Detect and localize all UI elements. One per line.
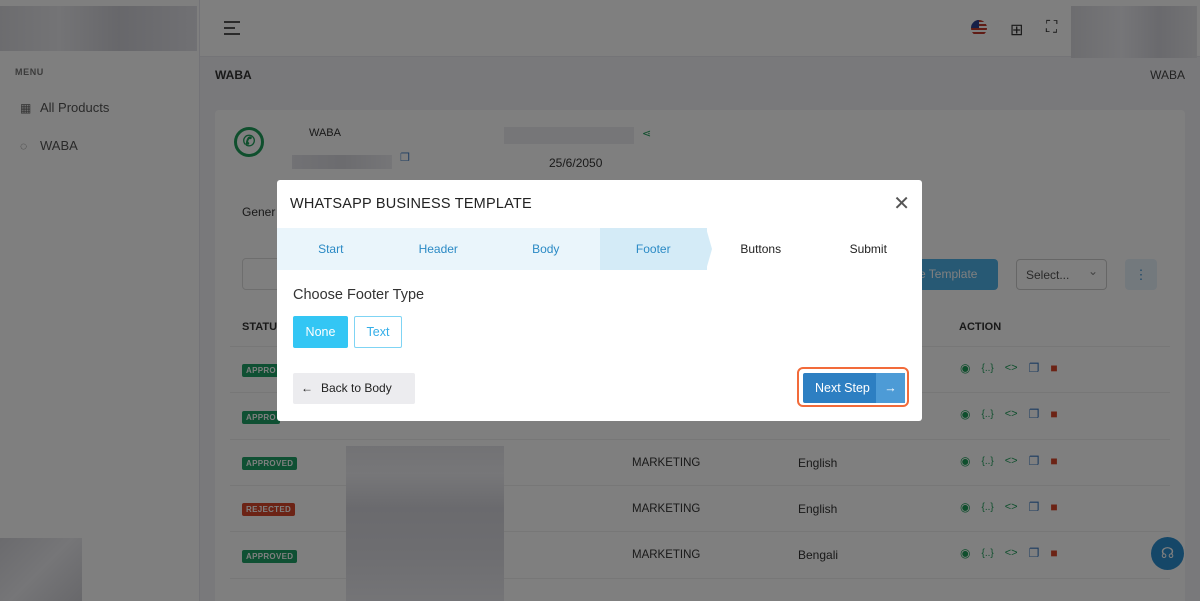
arrow-left-icon: ← xyxy=(301,381,313,395)
tab-body[interactable]: Body xyxy=(492,228,600,270)
tab-header[interactable]: Header xyxy=(385,228,493,270)
arrow-right-icon: → xyxy=(876,373,905,403)
tab-submit[interactable]: Submit xyxy=(814,228,922,270)
next-step-label: Next Step xyxy=(815,381,870,395)
template-modal: WHATSAPP BUSINESS TEMPLATE ✕ Start Heade… xyxy=(277,180,922,421)
tab-start[interactable]: Start xyxy=(277,228,385,270)
app: MENU ▦ All Products ◌ WABA ⊞ ⛶ WABA WABA… xyxy=(0,0,1200,601)
footer-text-option[interactable]: Text xyxy=(354,316,402,348)
back-button[interactable]: ← Back to Body xyxy=(293,373,415,404)
close-icon[interactable]: ✕ xyxy=(893,194,910,214)
tab-footer[interactable]: Footer xyxy=(599,228,707,270)
next-step-button[interactable]: Next Step → xyxy=(803,373,905,403)
back-button-label: Back to Body xyxy=(321,381,392,395)
step-tabs: Start Header Body Footer Buttons Submit xyxy=(277,228,922,270)
footer-none-option[interactable]: None xyxy=(293,316,348,348)
active-tab-arrow xyxy=(706,228,712,270)
modal-title: WHATSAPP BUSINESS TEMPLATE xyxy=(290,196,532,212)
tab-buttons[interactable]: Buttons xyxy=(707,228,815,270)
footer-type-heading: Choose Footer Type xyxy=(293,287,425,303)
